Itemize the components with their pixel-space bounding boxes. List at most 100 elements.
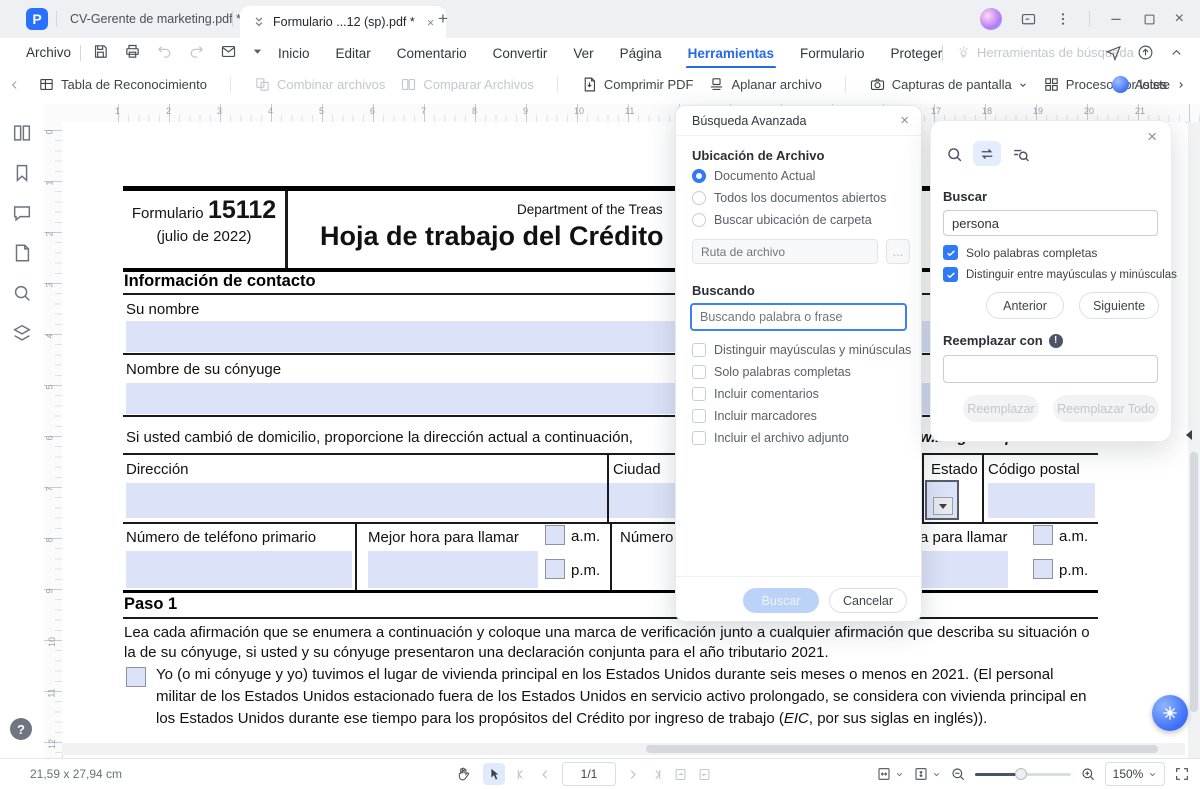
fit-page-button[interactable] [913,766,941,782]
zip-field[interactable] [988,483,1095,518]
tab-formulario[interactable]: Formulario ...12 (sp).pdf * × [240,6,446,38]
horizontal-scrollbar[interactable] [62,743,1185,755]
app-logo-icon[interactable]: P [26,8,48,30]
zoom-slider-handle[interactable] [1015,768,1027,780]
info-icon[interactable]: ! [1049,334,1063,348]
menu-editar[interactable]: Editar [334,42,373,65]
checkbox-whole-words[interactable]: Solo palabras completas [692,365,851,379]
search-panel-icon[interactable] [11,282,33,304]
page-indicator[interactable]: 1/1 [562,762,616,786]
menu-herramientas[interactable]: Herramientas [686,42,776,65]
fit-width-button[interactable] [876,766,904,782]
share-icon[interactable] [1105,44,1122,61]
address-field[interactable] [126,483,618,518]
replace-input[interactable] [943,355,1158,383]
thumbnails-panel-icon[interactable] [11,122,33,144]
file-path-input [692,239,878,264]
print-icon[interactable] [124,43,141,60]
scroll-toolbar-left-icon[interactable] [8,78,22,92]
zoom-level-value: 150% [1113,767,1144,781]
vertical-scrollbar[interactable] [1188,122,1200,758]
new-tab-button[interactable]: + [438,9,448,29]
toolbar-dropdown-icon[interactable] [252,46,263,57]
label-city: Ciudad [613,461,661,478]
replace-mode-button[interactable] [973,141,1001,166]
search-mode-icon[interactable] [945,145,964,164]
flatten-file-button[interactable]: Aplanar archivo [708,76,821,93]
hand-tool-button[interactable] [452,763,474,785]
close-dialog-icon[interactable]: × [900,112,909,129]
best-time-field[interactable] [368,551,538,588]
fullscreen-icon[interactable] [1174,766,1190,782]
more-menu-icon[interactable] [1055,11,1071,27]
checkbox-match-case-checked[interactable]: Distinguir entre mayúsculas y minúsculas [943,267,1177,282]
radio-all-open-documents[interactable]: Todos los documentos abiertos [692,191,886,205]
menu-comentario[interactable]: Comentario [395,42,469,65]
find-input[interactable] [943,210,1158,236]
screenshots-button[interactable]: Capturas de pantalla [869,76,1028,93]
ai-assistant-floating-button[interactable] [1152,695,1188,731]
checkbox-include-comments[interactable]: Incluir comentarios [692,387,819,401]
right-panel-expander-icon[interactable] [1186,430,1192,440]
save-icon[interactable] [92,43,109,60]
screenshots-label: Capturas de pantalla [892,77,1012,92]
compress-pdf-button[interactable]: Comprimir PDF [581,76,694,93]
zoom-slider[interactable] [975,773,1071,776]
statement1-text: Yo (o mi cónyuge y yo) tuvimos el lugar … [156,664,1095,730]
feedback-icon[interactable] [1020,11,1037,28]
label-pm-2: p.m. [1059,562,1088,579]
horizontal-scrollbar-thumb[interactable] [646,745,1158,753]
zoom-in-icon[interactable] [1080,766,1096,782]
menu-ver[interactable]: Ver [571,42,595,65]
menu-archivo[interactable]: Archivo [26,45,71,60]
bookmarks-panel-icon[interactable] [11,162,33,184]
recognition-table-button[interactable]: Tabla de Reconocimiento [38,76,207,93]
previous-button[interactable]: Anterior [986,292,1064,319]
email-icon[interactable] [220,43,237,60]
next-button[interactable]: Siguiente [1079,292,1159,319]
menu-convertir[interactable]: Convertir [491,42,550,65]
help-button[interactable]: ? [10,718,32,740]
checkbox-include-bookmarks[interactable]: Incluir marcadores [692,409,817,423]
minimize-icon[interactable] [1108,11,1124,27]
search-term-input[interactable] [690,303,907,331]
radio-current-document[interactable]: Documento Actual [692,169,815,183]
pm-checkbox-2[interactable] [1033,559,1053,579]
checkbox-whole-words-checked[interactable]: Solo palabras completas [943,245,1097,260]
close-window-icon[interactable]: × [1175,10,1184,28]
am-checkbox-2[interactable] [1033,525,1053,545]
statement1-checkbox[interactable] [126,667,146,687]
comments-panel-icon[interactable] [11,202,33,224]
layers-panel-icon[interactable] [11,322,33,344]
avatar[interactable] [980,8,1002,30]
select-tool-button[interactable] [483,763,505,785]
cancel-button[interactable]: Cancelar [829,588,907,613]
menu-formulario[interactable]: Formulario [798,42,867,65]
advanced-search-mode-icon[interactable] [1011,145,1030,164]
ruler-number: 2 [166,106,171,116]
previous-page-icon [538,767,553,782]
close-tab-icon[interactable]: × [427,15,435,30]
checkbox-include-attachment[interactable]: Incluir el archivo adjunto [692,431,849,445]
close-panel-icon[interactable]: × [1147,127,1157,147]
menu-inicio[interactable]: Inicio [276,42,312,65]
menu-proteger[interactable]: Proteger [888,42,944,65]
upload-cloud-icon[interactable] [1137,44,1154,61]
collapse-ribbon-icon[interactable] [1169,45,1184,60]
pm-checkbox[interactable] [545,559,565,579]
zoom-out-icon[interactable] [950,766,966,782]
menu-pagina[interactable]: Página [618,42,664,65]
state-dropdown[interactable] [925,480,959,520]
best-time-field-2[interactable] [922,551,1008,588]
checkbox-match-case[interactable]: Distinguir mayúsculas y minúsculas [692,343,911,357]
vertical-scrollbar-thumb[interactable] [1190,452,1198,712]
radio-folder-location[interactable]: Buscar ubicación de carpeta [692,213,872,227]
zoom-level-dropdown[interactable]: 150% [1105,762,1165,786]
am-checkbox[interactable] [545,525,565,545]
double-chevron-down-icon[interactable] [252,15,266,29]
state-dropdown-arrow-icon[interactable] [933,497,953,515]
attachments-panel-icon[interactable] [11,242,33,264]
primary-phone-field[interactable] [126,551,352,588]
assistant-button[interactable]: Asiste [1112,76,1186,93]
maximize-icon[interactable] [1142,12,1157,27]
